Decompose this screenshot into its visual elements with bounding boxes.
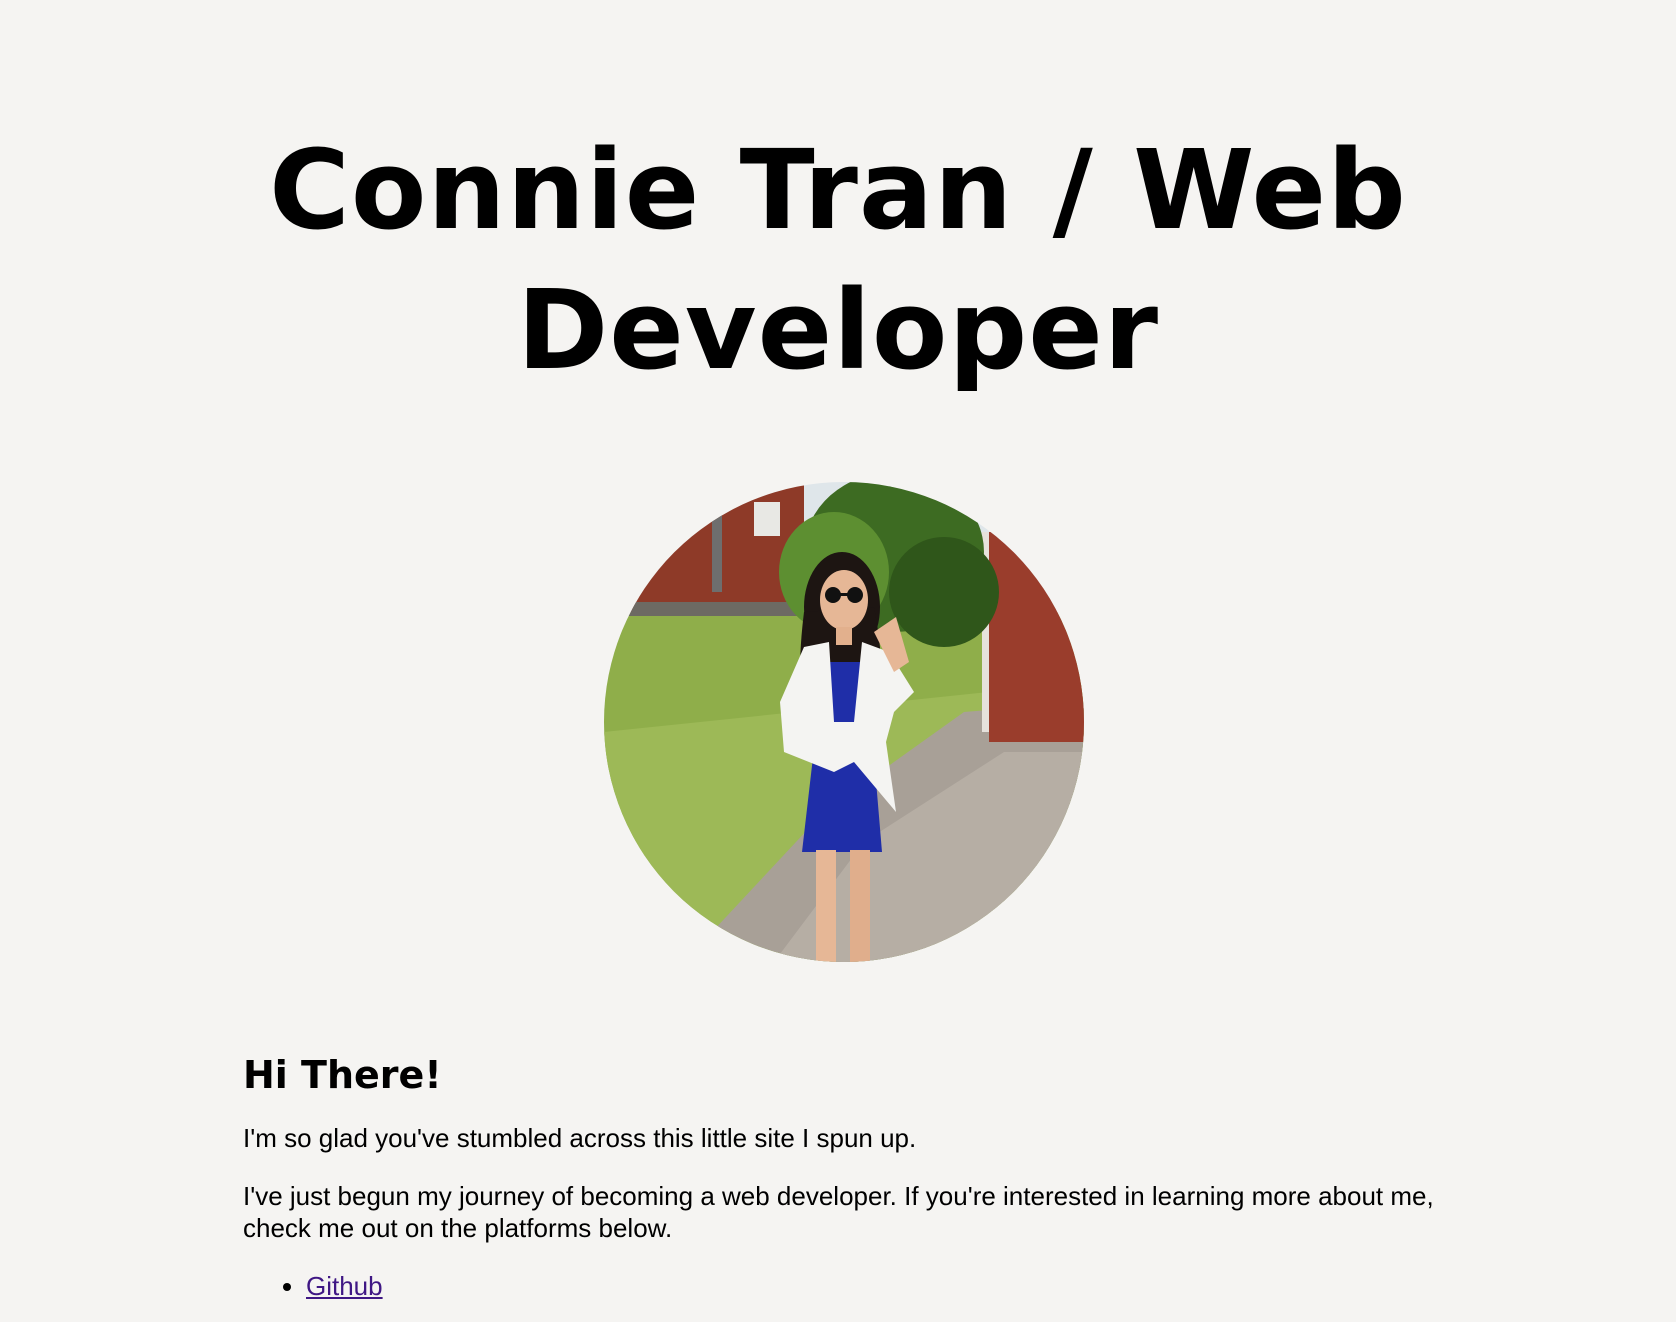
platform-links-list: Github [243,1270,1443,1302]
profile-photo [604,482,1084,962]
page-title-line-1: Connie Tran / Web [269,126,1407,254]
github-link[interactable]: Github [306,1271,383,1301]
list-item: Github [306,1270,1443,1302]
intro-paragraph-1: I'm so glad you've stumbled across this … [243,1123,917,1153]
intro-section: Hi There! I'm so glad you've stumbled ac… [243,1050,1443,1302]
page-title-line-2: Developer [516,266,1160,394]
greeting-heading: Hi There! [243,1053,442,1097]
intro-paragraph-2: I've just begun my journey of becoming a… [243,1181,1434,1243]
page-title: Connie Tran / Web Developer [0,120,1676,400]
page: Connie Tran / Web Developer Hi There! I'… [0,0,1676,1322]
